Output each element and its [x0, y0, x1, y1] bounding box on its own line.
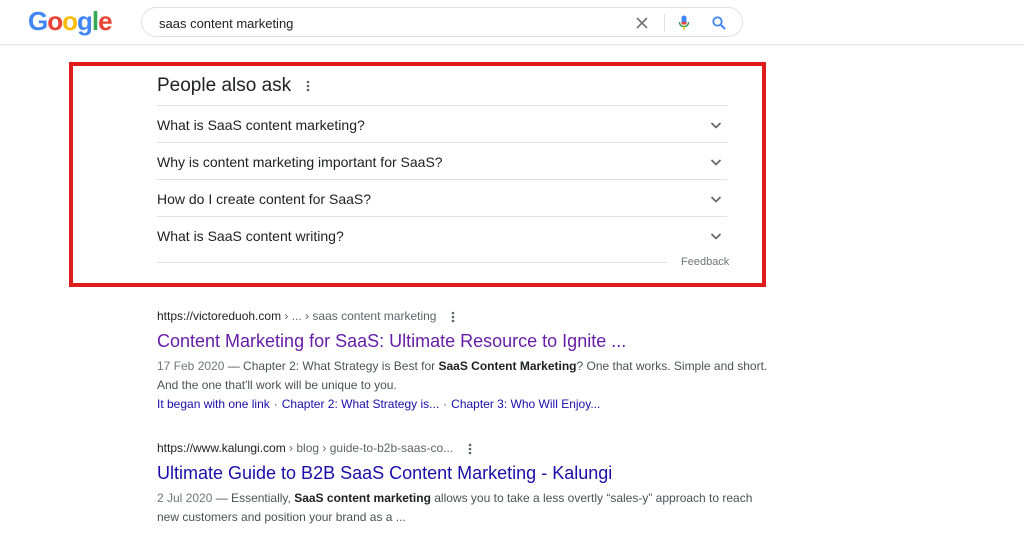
chevron-down-icon [710, 233, 722, 240]
search-input[interactable] [159, 14, 619, 32]
paa-more-options-button[interactable] [301, 78, 315, 94]
sitelink-2[interactable]: Chapter 2: What Strategy is... [282, 397, 439, 411]
chevron-down-icon [710, 122, 722, 129]
paa-question-text: Why is content marketing important for S… [157, 154, 443, 170]
chevron-down-icon [710, 159, 722, 166]
paa-question-text: How do I create content for SaaS? [157, 191, 372, 207]
search-result-2: https://www.kalungi.com › blog › guide-t… [157, 441, 777, 527]
logo-letter-e: e [98, 6, 113, 36]
sitelink-1[interactable]: It began with one link [157, 397, 270, 411]
paa-question-text: What is SaaS content marketing? [157, 117, 365, 133]
more-vert-icon [306, 80, 310, 92]
result-url[interactable]: https://victoreduoh.com › ... › saas con… [157, 309, 777, 324]
snippet-bold: SaaS content marketing [294, 490, 431, 505]
search-results-page: Google saas content marketing People als… [0, 0, 1024, 550]
header: Google [0, 0, 1024, 45]
sitelink-3[interactable]: Chapter 3: Who Will Enjoy... [451, 397, 600, 411]
result-domain: https://victoreduoh.com [157, 309, 282, 323]
microphone-icon [678, 15, 690, 30]
search-result-1: https://victoreduoh.com › ... › saas con… [157, 309, 777, 412]
paa-question-4[interactable]: What is SaaS content writing? [157, 216, 727, 253]
paa-question-2[interactable]: Why is content marketing important for S… [157, 142, 727, 179]
people-also-ask-title: People also ask [157, 75, 292, 96]
paa-question-text: What is SaaS content writing? [157, 228, 344, 244]
paa-question-3[interactable]: How do I create content for SaaS? [157, 179, 727, 216]
logo-letter-o1: o [47, 6, 63, 36]
result-snippet: 17 Feb 2020 — Chapter 2: What Strategy i… [157, 357, 777, 395]
result-snippet: 2 Jul 2020 — Essentially, SaaS content m… [157, 489, 777, 527]
result-url[interactable]: https://www.kalungi.com › blog › guide-t… [157, 441, 777, 456]
result-sitelinks: It began with one link · Chapter 2: What S… [157, 396, 777, 412]
search-icon [712, 16, 726, 30]
snippet-text: — Chapter 2: What Strategy is Best for [224, 358, 439, 373]
result-title-link[interactable]: Content Marketing for SaaS: Ultimate Res… [157, 330, 777, 352]
result-path: › ... › saas content marketing [281, 309, 437, 323]
search-button[interactable] [709, 13, 729, 33]
more-vert-icon [452, 311, 455, 323]
sitelink-separator: · [443, 396, 448, 411]
logo-letter-g2: g [77, 6, 93, 36]
search-divider [664, 14, 665, 32]
logo-letter-o2: o [62, 6, 78, 36]
paa-divider [157, 262, 667, 263]
logo-letter-g: G [28, 6, 48, 36]
paa-question-1[interactable]: What is SaaS content marketing? [157, 105, 727, 142]
sitelink-separator: · [273, 396, 278, 411]
result-path: › blog › guide-to-b2b-saas-co... [285, 441, 454, 455]
result-more-options-button[interactable] [446, 310, 460, 324]
result-more-options-button[interactable] [463, 442, 477, 456]
close-icon [636, 17, 648, 29]
voice-search-button[interactable] [674, 13, 694, 33]
result-title-link[interactable]: Ultimate Guide to B2B SaaS Content Marke… [157, 462, 777, 484]
result-date: 2 Jul 2020 [157, 490, 213, 505]
chevron-down-icon [710, 196, 722, 203]
feedback-link[interactable]: Feedback [681, 256, 729, 268]
more-vert-icon [468, 443, 472, 455]
clear-search-button[interactable] [632, 13, 652, 33]
google-logo[interactable]: Google [28, 6, 113, 36]
snippet-text: — Essentially, [212, 490, 295, 505]
result-domain: https://www.kalungi.com [157, 441, 286, 455]
people-also-ask-list: What is SaaS content marketing? Why is c… [157, 105, 727, 253]
search-box [141, 7, 743, 37]
snippet-bold: SaaS Content Marketing [438, 358, 577, 373]
result-date: 17 Feb 2020 [157, 358, 225, 373]
